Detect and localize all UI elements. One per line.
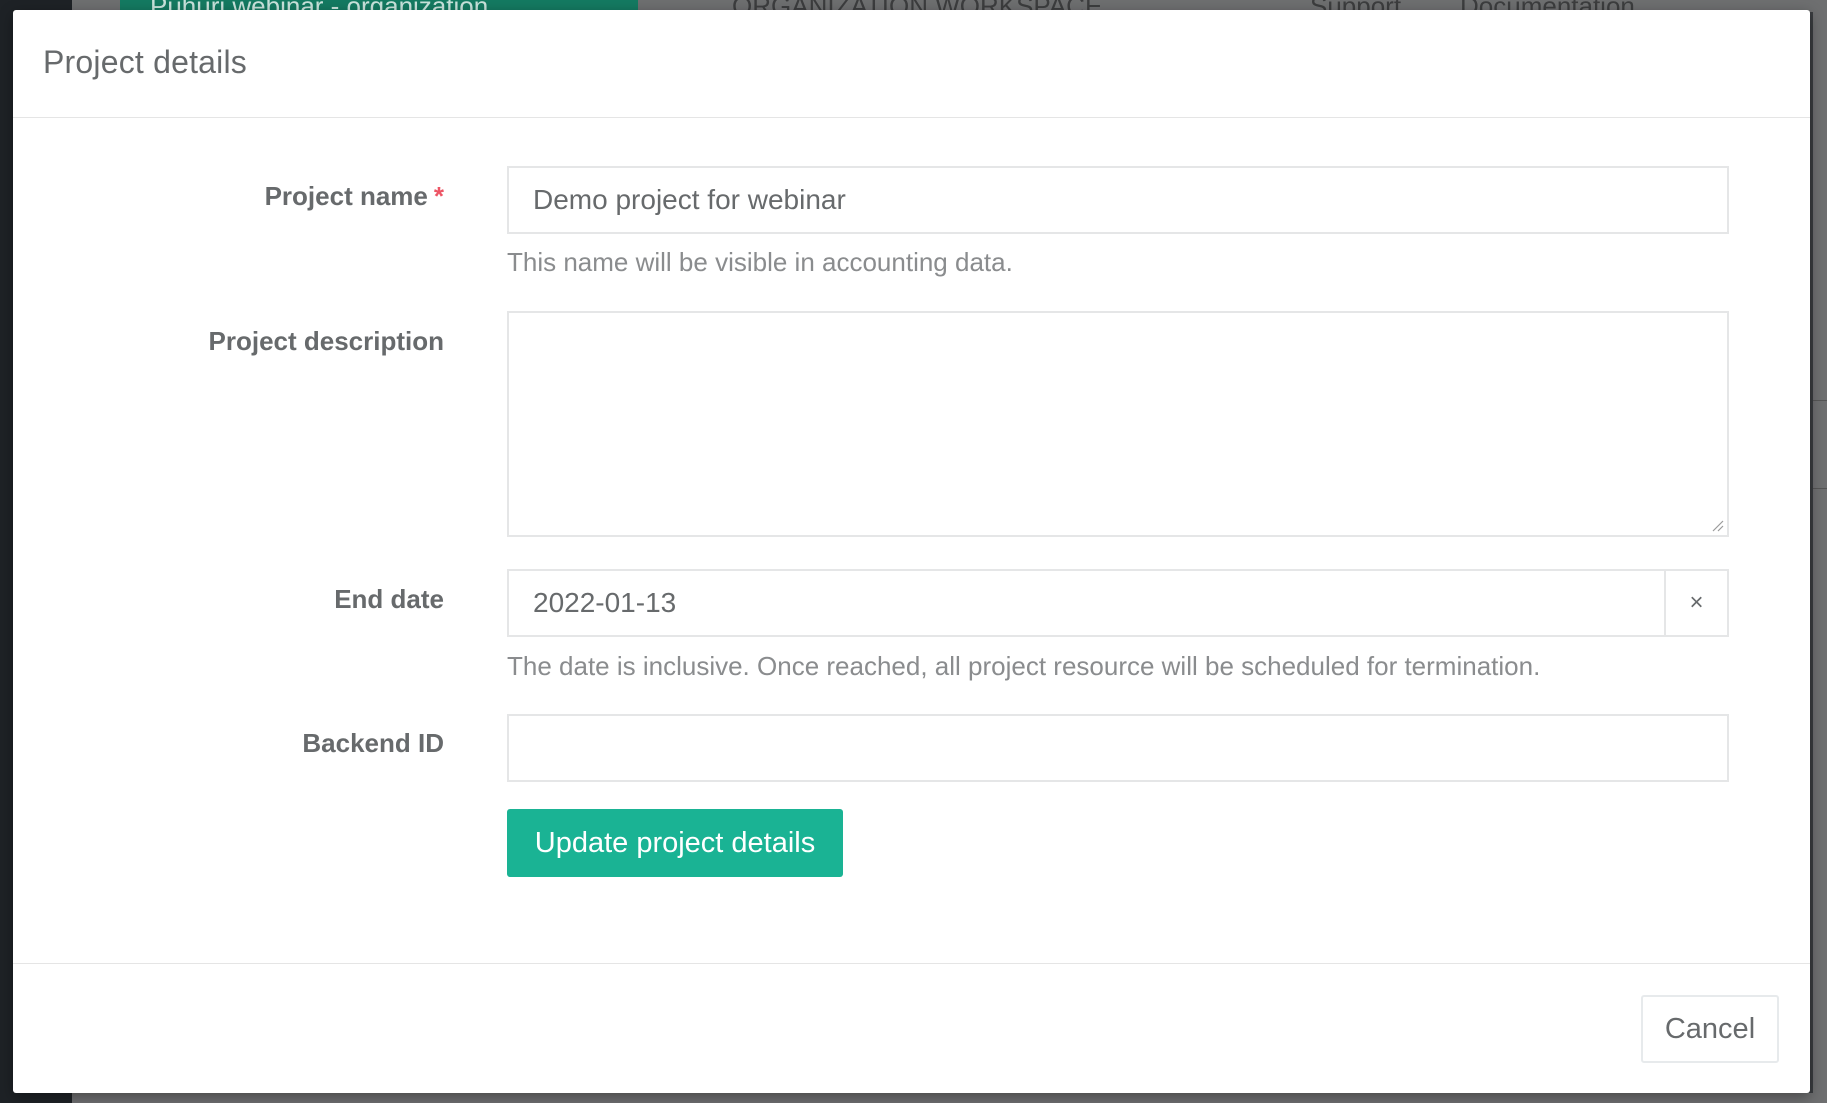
modal-footer: Cancel bbox=[13, 964, 1810, 1092]
cancel-button[interactable]: Cancel bbox=[1641, 995, 1779, 1063]
backend-id-label: Backend ID bbox=[302, 728, 444, 758]
backend-id-input[interactable] bbox=[507, 714, 1729, 782]
modal-header: Project details bbox=[13, 10, 1810, 118]
project-name-help: This name will be visible in accounting … bbox=[507, 247, 1013, 277]
modal-body: Project name* This name will be visible … bbox=[13, 118, 1810, 964]
close-icon: × bbox=[1689, 589, 1704, 616]
project-details-modal: Project details Project name* This name … bbox=[13, 10, 1810, 1093]
project-name-label-text: Project name bbox=[264, 181, 428, 211]
project-description-textarea[interactable] bbox=[507, 311, 1729, 537]
project-description-label: Project description bbox=[208, 326, 445, 356]
resize-grip-icon[interactable] bbox=[1710, 518, 1724, 532]
update-project-details-button[interactable]: Update project details bbox=[507, 809, 843, 877]
project-name-label: Project name * bbox=[265, 181, 444, 212]
modal-title: Project details bbox=[43, 44, 247, 80]
project-name-input[interactable] bbox=[507, 166, 1729, 234]
clear-date-button[interactable]: × bbox=[1664, 569, 1729, 637]
end-date-help: The date is inclusive. Once reached, all… bbox=[507, 651, 1541, 681]
required-marker: * bbox=[433, 181, 444, 211]
end-date-input[interactable] bbox=[507, 569, 1667, 637]
backdrop-bottom-edge bbox=[72, 1093, 1827, 1103]
end-date-label: End date bbox=[334, 584, 444, 614]
backdrop-right-edge bbox=[1813, 12, 1827, 1103]
